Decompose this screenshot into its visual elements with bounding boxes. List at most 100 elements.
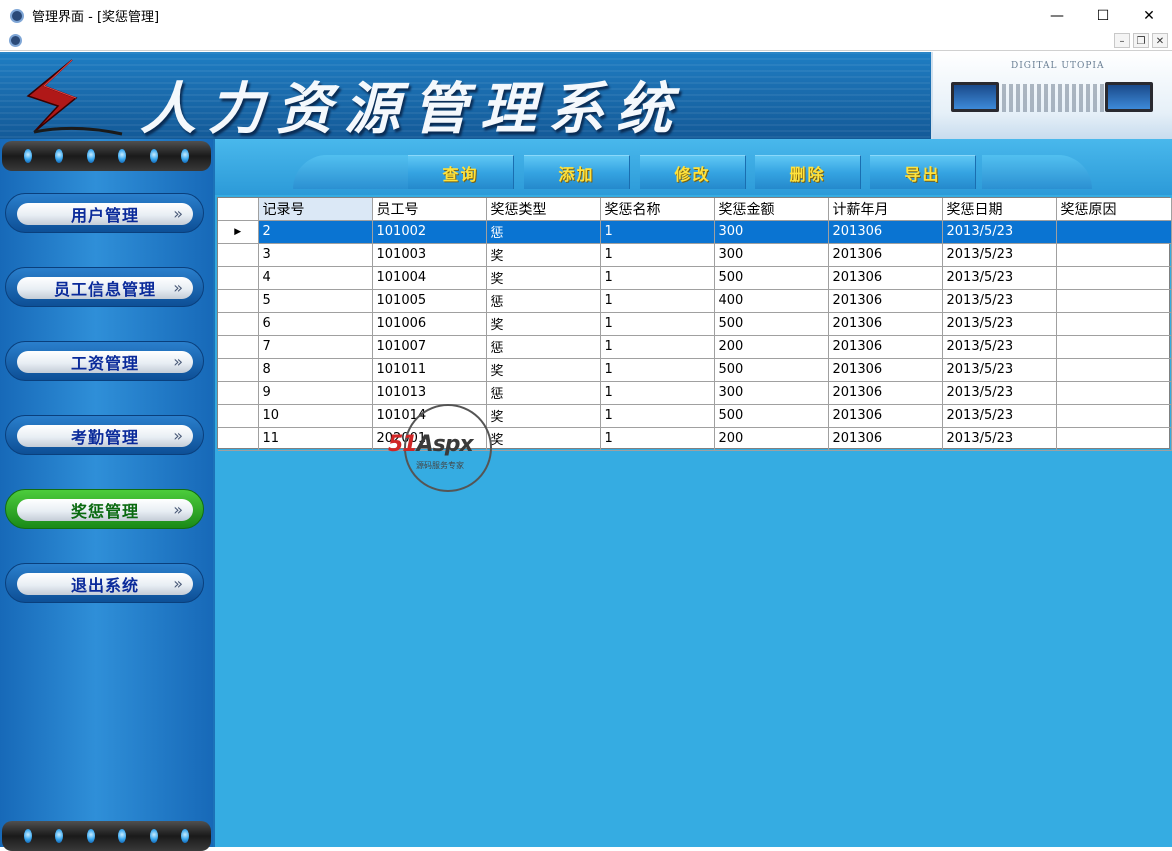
minimize-button[interactable]: — (1034, 0, 1080, 31)
cell-employee-id[interactable]: 101003 (372, 243, 487, 267)
column-header-employee-id[interactable]: 员工号 (372, 198, 487, 221)
reward-punishment-grid[interactable]: 记录号 员工号 奖惩类型 奖惩名称 奖惩金额 计薪年月 奖惩日期 奖惩原因 ▶ … (217, 197, 1172, 451)
cell-name[interactable]: 1 (600, 220, 715, 244)
cell-amount[interactable]: 200 (714, 335, 829, 359)
cell-date[interactable]: 2013/5/23 (942, 381, 1057, 405)
nav-employee-info[interactable]: 员工信息管理 » (5, 267, 204, 307)
cell-type[interactable]: 奖 (486, 266, 601, 290)
column-header-reason[interactable]: 奖惩原因 (1056, 198, 1172, 221)
cell-employee-id[interactable]: 101011 (372, 358, 487, 382)
cell-date[interactable]: 2013/5/23 (942, 335, 1057, 359)
cell-pay-month[interactable]: 201306 (828, 381, 943, 405)
cell-amount[interactable]: 400 (714, 289, 829, 313)
cell-type[interactable]: 奖 (486, 243, 601, 267)
cell-amount[interactable]: 500 (714, 312, 829, 336)
cell-type[interactable]: 惩 (486, 381, 601, 405)
cell-record-id[interactable]: 2 (258, 220, 373, 244)
cell-employee-id[interactable]: 101007 (372, 335, 487, 359)
cell-reason[interactable] (1056, 427, 1172, 451)
cell-name[interactable]: 1 (600, 358, 715, 382)
table-row[interactable]: 9 101013 惩 1 300 201306 2013/5/23 (218, 381, 1172, 405)
query-button[interactable]: 查询 (408, 155, 514, 189)
cell-date[interactable]: 2013/5/23 (942, 289, 1057, 313)
nav-attendance-management[interactable]: 考勤管理 » (5, 415, 204, 455)
column-header-name[interactable]: 奖惩名称 (600, 198, 715, 221)
nav-reward-punishment[interactable]: 奖惩管理 » (5, 489, 204, 529)
nav-exit-system[interactable]: 退出系统 » (5, 563, 204, 603)
table-row[interactable]: 6 101006 奖 1 500 201306 2013/5/23 (218, 312, 1172, 336)
mdi-minimize-button[interactable]: – (1114, 33, 1130, 48)
cell-date[interactable]: 2013/5/23 (942, 404, 1057, 428)
cell-record-id[interactable]: 4 (258, 266, 373, 290)
cell-name[interactable]: 1 (600, 289, 715, 313)
row-header[interactable] (218, 427, 259, 451)
row-header[interactable] (218, 266, 259, 290)
row-header[interactable] (218, 358, 259, 382)
cell-date[interactable]: 2013/5/23 (942, 266, 1057, 290)
cell-name[interactable]: 1 (600, 427, 715, 451)
column-header-amount[interactable]: 奖惩金额 (714, 198, 829, 221)
row-header[interactable] (218, 381, 259, 405)
table-row[interactable]: 4 101004 奖 1 500 201306 2013/5/23 (218, 266, 1172, 290)
cell-type[interactable]: 奖 (486, 404, 601, 428)
mdi-close-button[interactable]: ✕ (1152, 33, 1168, 48)
cell-amount[interactable]: 300 (714, 381, 829, 405)
cell-record-id[interactable]: 8 (258, 358, 373, 382)
cell-pay-month[interactable]: 201306 (828, 427, 943, 451)
delete-button[interactable]: 删除 (755, 155, 861, 189)
cell-amount[interactable]: 500 (714, 404, 829, 428)
cell-date[interactable]: 2013/5/23 (942, 220, 1057, 244)
cell-amount[interactable]: 300 (714, 243, 829, 267)
cell-amount[interactable]: 500 (714, 358, 829, 382)
cell-pay-month[interactable]: 201306 (828, 220, 943, 244)
cell-reason[interactable] (1056, 312, 1172, 336)
cell-reason[interactable] (1056, 220, 1172, 244)
cell-reason[interactable] (1056, 358, 1172, 382)
cell-type[interactable]: 惩 (486, 220, 601, 244)
cell-name[interactable]: 1 (600, 381, 715, 405)
close-button[interactable]: ✕ (1126, 0, 1172, 31)
cell-record-id[interactable]: 9 (258, 381, 373, 405)
cell-record-id[interactable]: 11 (258, 427, 373, 451)
row-header[interactable] (218, 404, 259, 428)
row-header[interactable] (218, 312, 259, 336)
cell-pay-month[interactable]: 201306 (828, 243, 943, 267)
cell-amount[interactable]: 200 (714, 427, 829, 451)
cell-reason[interactable] (1056, 404, 1172, 428)
cell-type[interactable]: 奖 (486, 312, 601, 336)
cell-reason[interactable] (1056, 266, 1172, 290)
cell-pay-month[interactable]: 201306 (828, 312, 943, 336)
table-row[interactable]: 10 101014 奖 1 500 201306 2013/5/23 (218, 404, 1172, 428)
cell-type[interactable]: 惩 (486, 289, 601, 313)
cell-date[interactable]: 2013/5/23 (942, 312, 1057, 336)
mdi-app-icon[interactable] (9, 34, 22, 47)
cell-record-id[interactable]: 10 (258, 404, 373, 428)
edit-button[interactable]: 修改 (640, 155, 746, 189)
row-header[interactable] (218, 289, 259, 313)
row-header[interactable] (218, 243, 259, 267)
cell-pay-month[interactable]: 201306 (828, 289, 943, 313)
cell-pay-month[interactable]: 201306 (828, 335, 943, 359)
nav-salary-management[interactable]: 工资管理 » (5, 341, 204, 381)
column-header-date[interactable]: 奖惩日期 (942, 198, 1057, 221)
table-row[interactable]: 7 101007 惩 1 200 201306 2013/5/23 (218, 335, 1172, 359)
cell-pay-month[interactable]: 201306 (828, 404, 943, 428)
cell-employee-id[interactable]: 101004 (372, 266, 487, 290)
cell-reason[interactable] (1056, 381, 1172, 405)
cell-pay-month[interactable]: 201306 (828, 266, 943, 290)
cell-reason[interactable] (1056, 243, 1172, 267)
cell-amount[interactable]: 300 (714, 220, 829, 244)
cell-name[interactable]: 1 (600, 243, 715, 267)
cell-name[interactable]: 1 (600, 266, 715, 290)
cell-name[interactable]: 1 (600, 312, 715, 336)
cell-employee-id[interactable]: 101013 (372, 381, 487, 405)
cell-reason[interactable] (1056, 289, 1172, 313)
cell-pay-month[interactable]: 201306 (828, 358, 943, 382)
cell-type[interactable]: 奖 (486, 358, 601, 382)
cell-record-id[interactable]: 7 (258, 335, 373, 359)
cell-reason[interactable] (1056, 335, 1172, 359)
table-row[interactable]: 3 101003 奖 1 300 201306 2013/5/23 (218, 243, 1172, 267)
cell-type[interactable]: 惩 (486, 335, 601, 359)
column-header-type[interactable]: 奖惩类型 (486, 198, 601, 221)
cell-type[interactable]: 奖 (486, 427, 601, 451)
